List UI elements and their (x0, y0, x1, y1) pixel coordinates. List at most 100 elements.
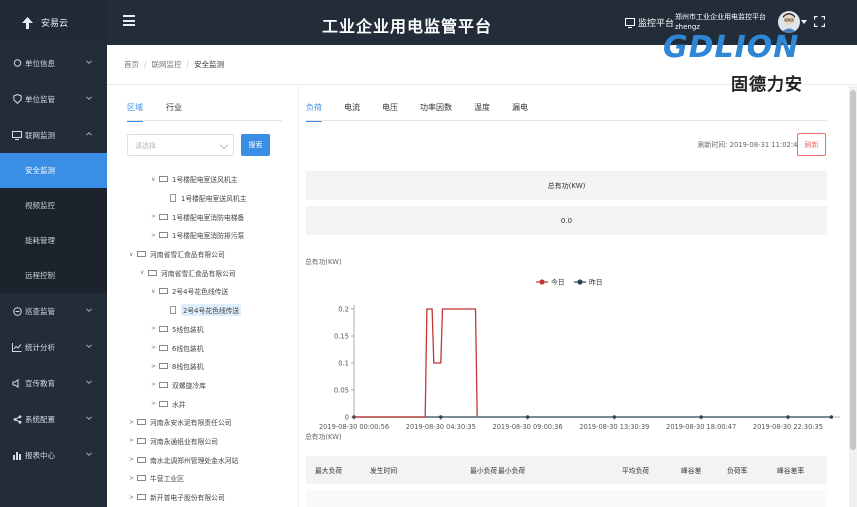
tree-node[interactable]: > 新开普电子股份有限公司 (125, 488, 295, 507)
tree-node-label: 1号楼配电室消防排污泵 (172, 232, 245, 241)
folder-icon (159, 325, 168, 332)
sidebar-item-system-config[interactable]: 系统配置 (0, 401, 107, 437)
tree-node[interactable]: > 南水北调郑州管理处金水河站 (125, 450, 295, 469)
tree-node[interactable]: > 双螺旋冷库 (125, 376, 295, 395)
tree-collapse-icon[interactable]: > (151, 213, 159, 220)
tab-current[interactable]: 电流 (344, 102, 360, 122)
tree-collapse-icon[interactable]: > (151, 232, 159, 239)
tree-node[interactable]: > 水井 (125, 394, 295, 413)
breadcrumb-home[interactable]: 首页 (124, 59, 139, 70)
tree-expand-icon[interactable]: ∨ (151, 176, 159, 183)
table-header-cell: 平均负荷 (622, 467, 650, 475)
main-content: 负荷 电流 电压 功率因数 温度 漏电 刷新时间: 2019-08-31 11:… (300, 86, 857, 507)
tree-node-label: 河南省雪汇食品有限公司 (161, 269, 236, 278)
folder-icon (159, 213, 168, 220)
tree-collapse-icon[interactable]: > (151, 363, 159, 370)
sidebar-item-network-monitoring[interactable]: 联网监测 (0, 117, 107, 153)
tree-node[interactable]: ∨ 2号4号花色线传送 (125, 282, 295, 301)
tree-node[interactable]: ∨ 1号楼配电室送风机主 (125, 170, 295, 189)
sidebar-item-report-center[interactable]: 报表中心 (0, 437, 107, 473)
scrollbar[interactable] (849, 86, 857, 507)
tree-node-label: 南水北调郑州管理处金水河站 (150, 456, 239, 465)
tree-node[interactable]: ∨ 河南省雪汇食品有限公司 (125, 245, 295, 264)
folder-icon (159, 176, 168, 183)
tree-collapse-icon[interactable]: > (151, 325, 159, 332)
tab-voltage[interactable]: 电压 (382, 102, 398, 122)
tree-node-label: 新开普电子股份有限公司 (150, 494, 225, 503)
tree-node[interactable]: > 河南永安水泥有限责任公司 (125, 413, 295, 432)
chevron-down-icon (86, 344, 92, 349)
tree-expand-icon[interactable]: ∨ (129, 251, 137, 258)
load-table-header: 最大负荷 发生时间 最小负荷 最小负荷 平均负荷 峰谷差 负荷率 峰谷差率 (306, 456, 827, 484)
tree-node[interactable]: >5线包装机 (125, 320, 295, 339)
table-header-cell: 最小负荷 (498, 467, 526, 475)
speaker-icon (12, 378, 22, 388)
tree-node[interactable]: 1号楼配电室送风机主 (125, 189, 295, 208)
tree-collapse-icon[interactable]: > (129, 494, 137, 501)
scrollbar-thumb[interactable] (850, 90, 856, 450)
tree-node-label: 河南永通纸业有限公司 (150, 437, 218, 446)
tab-load[interactable]: 负荷 (306, 102, 322, 122)
tab-power-factor[interactable]: 功率因数 (420, 102, 452, 122)
tree-collapse-icon[interactable]: > (151, 400, 159, 407)
sidebar-subitem-safety-monitoring[interactable]: 安全监测 (0, 153, 107, 188)
caret-down-icon[interactable] (801, 20, 807, 24)
tree-collapse-icon[interactable]: > (151, 344, 159, 351)
sidebar-subitem-video-monitoring[interactable]: 视频监控 (0, 188, 107, 223)
tree-collapse-icon[interactable]: > (151, 381, 159, 388)
tree-node[interactable]: 2号4号花色线传送 (125, 301, 295, 320)
fullscreen-icon[interactable] (814, 16, 825, 27)
breadcrumb-current: 安全监测 (194, 60, 225, 69)
stat-value: 0.0 (306, 206, 827, 235)
tab-leakage[interactable]: 漏电 (512, 102, 528, 122)
sidebar-item-patrol-supervision[interactable]: 巡查监管 (0, 293, 107, 329)
tree-collapse-icon[interactable]: > (129, 456, 137, 463)
folder-icon (159, 381, 168, 388)
sidebar-subitem-remote-control[interactable]: 远程控制 (0, 258, 107, 293)
user-name[interactable]: 郑州市工业企业用电监控平台 zhengz (675, 12, 775, 32)
tree-collapse-icon[interactable]: > (129, 475, 137, 482)
chevron-up-icon (86, 131, 92, 136)
tab-region[interactable]: 区域 (127, 102, 143, 122)
breadcrumb-network[interactable]: 联网监控 (152, 59, 182, 70)
sidebar-item-unit-info[interactable]: 单位信息 (0, 45, 107, 81)
tree-collapse-icon[interactable]: > (129, 437, 137, 444)
tree-expand-icon[interactable]: ∨ (151, 288, 159, 295)
tree-node[interactable]: ∨ 河南省雪汇食品有限公司 (125, 263, 295, 282)
tree-expand-icon[interactable]: ∨ (140, 269, 148, 276)
y-axis-label-bottom: 总有功(KW) (305, 432, 342, 441)
tree-node[interactable]: >8线包装机 (125, 357, 295, 376)
tab-temperature[interactable]: 温度 (474, 102, 490, 122)
y-tick-label: 0.05 (334, 387, 349, 395)
file-icon (170, 306, 176, 315)
tree-node[interactable]: >6线包装机 (125, 338, 295, 357)
series-point (829, 415, 834, 419)
app-logo[interactable]: 安易云 (0, 0, 107, 45)
search-button[interactable]: 搜索 (241, 134, 270, 156)
region-select[interactable]: 请选择 (127, 134, 234, 156)
x-tick-label: 2019-08-30 22:30:35 (753, 423, 823, 431)
table-header-cell: 负荷率 (727, 467, 748, 475)
x-tick-label: 2019-08-30 13:30:39 (579, 423, 649, 431)
chevron-down-icon (86, 96, 92, 101)
sidebar-item-unit-supervision[interactable]: 单位监管 (0, 81, 107, 117)
refresh-button[interactable]: 刷新 (797, 133, 826, 156)
tree-node-label: 8线包装机 (172, 363, 204, 372)
sidebar-item-publicity[interactable]: 宣传教育 (0, 365, 107, 401)
tree-node[interactable]: > 河南永通纸业有限公司 (125, 432, 295, 451)
monitoring-platform-button[interactable]: 监控平台 (625, 16, 674, 29)
x-tick-label: 2019-08-30 00:00:56 (319, 423, 389, 431)
folder-icon (137, 437, 146, 444)
tree-panel: 区域 行业 请选择 搜索 ∨ 1号楼配电室送风机主 1号楼配电室送风机主 >1号楼配电… (107, 86, 299, 507)
sidebar-item-statistics[interactable]: 统计分析 (0, 329, 107, 365)
tab-divider (306, 120, 827, 121)
tab-industry[interactable]: 行业 (166, 102, 182, 122)
monitor-icon (625, 17, 635, 28)
tree-node[interactable]: >1号楼配电室消防排污泵 (125, 226, 295, 245)
table-header-cell: 峰谷差率 (777, 467, 805, 475)
tree-collapse-icon[interactable]: > (129, 419, 137, 426)
tree-node[interactable]: > 牛营工业区 (125, 469, 295, 488)
tree-node[interactable]: >1号楼配电室消防电梯备 (125, 207, 295, 226)
sidebar-subitem-energy-management[interactable]: 能耗管理 (0, 223, 107, 258)
menu-toggle-icon[interactable] (123, 15, 135, 27)
